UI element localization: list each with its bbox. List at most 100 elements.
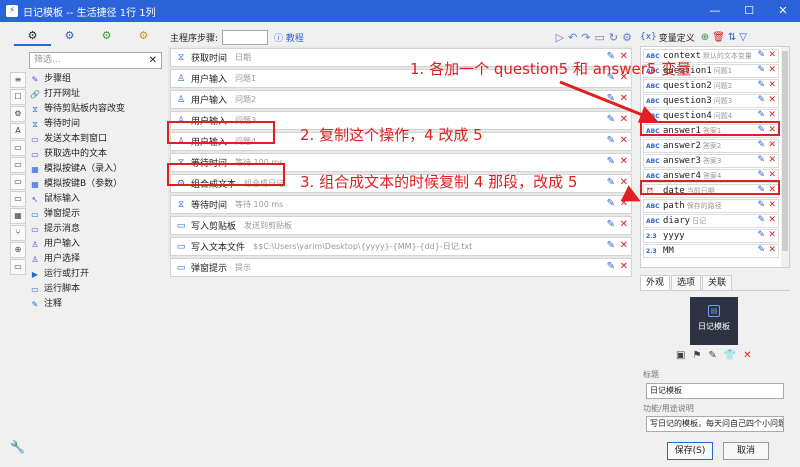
action-item[interactable]: ↖ 鼠标输入 [29, 192, 162, 207]
action-item[interactable]: 🔗 打开网址 [29, 87, 162, 102]
action-item[interactable]: ⧖ 等待剪贴板内容改变 [29, 102, 162, 117]
variable-row[interactable]: ABC question3 问题3 ✎ ✕ [643, 94, 779, 108]
edit-icon[interactable]: ✎ [607, 93, 615, 104]
delete-icon[interactable]: ✕ [768, 230, 776, 240]
undo-icon[interactable]: ↶ [568, 31, 577, 44]
image-icon[interactable]: ▣ [676, 350, 685, 361]
vtool-bookmark-icon[interactable]: ☐ [10, 89, 26, 105]
action-item[interactable]: ▭ 运行脚本 [29, 282, 162, 297]
variable-row[interactable]: ABC path 保存的路径 ✎ ✕ [643, 199, 779, 213]
delete-icon[interactable]: ✕ [620, 261, 628, 272]
template-preview[interactable]: ▤ 日记模板 [690, 297, 738, 345]
edit-icon[interactable]: ✎ [607, 261, 615, 272]
vtool-settings-icon[interactable]: ▭ [10, 259, 26, 275]
variable-scrollbar[interactable] [781, 47, 789, 267]
delete-icon[interactable]: ✕ [620, 177, 628, 188]
vtool-image-icon[interactable]: ▭ [10, 140, 26, 156]
edit-icon[interactable]: ✎ [757, 170, 765, 180]
step-row[interactable]: ⧖ 等待时间 等待 100 ms ✎ ✕ [170, 195, 632, 214]
desc-field[interactable]: 写日记的模板，每天问自己四个小问题 [646, 416, 784, 432]
edit-icon[interactable]: ✎ [757, 80, 765, 90]
variable-row[interactable]: ABC question2 问题2 ✎ ✕ [643, 79, 779, 93]
tab-options[interactable]: 选项 [671, 275, 702, 290]
variable-row[interactable]: ABC answer2 答案2 ✎ ✕ [643, 139, 779, 153]
flag-icon[interactable]: ⚑ [692, 350, 701, 361]
action-item[interactable]: ▦ 模拟按键B（参数） [29, 177, 162, 192]
edit-icon[interactable]: ✎ [757, 65, 765, 75]
add-variable-icon[interactable]: ⊕ [701, 32, 709, 43]
delete-icon[interactable]: ✕ [768, 95, 776, 105]
wrench-icon[interactable]: 🔧 [10, 440, 25, 454]
edit-icon[interactable]: ✎ [757, 155, 765, 165]
edit-icon[interactable]: ✎ [607, 135, 615, 146]
tab-gear-2[interactable]: ⚙ [51, 26, 88, 46]
action-item[interactable]: ⧖ 等待时间 [29, 117, 162, 132]
edit-icon[interactable]: ✎ [757, 110, 765, 120]
refresh-icon[interactable]: ↻ [609, 31, 618, 44]
delete-icon[interactable]: ✕ [768, 80, 776, 90]
delete-variable-icon[interactable]: 🗑 [712, 32, 725, 43]
delete-icon[interactable]: ✕ [768, 50, 776, 60]
action-item[interactable]: ♙ 用户选择 [29, 252, 162, 267]
pen-icon[interactable]: ✎ [708, 350, 716, 361]
gear-icon[interactable]: ⚙ [622, 31, 632, 44]
delete-icon[interactable]: ✕ [620, 198, 628, 209]
vtool-grid-icon[interactable]: ▦ [10, 208, 26, 224]
run-icon[interactable]: ▷ [556, 31, 564, 44]
delete-icon[interactable]: ✕ [768, 110, 776, 120]
maximize-button[interactable]: ☐ [732, 0, 766, 22]
vtool-file-icon[interactable]: ▭ [10, 191, 26, 207]
delete-icon[interactable]: ✕ [768, 140, 776, 150]
delete-icon[interactable]: ✕ [768, 200, 776, 210]
step-row[interactable]: ▭ 写入剪贴板 发送到剪贴板 ✎ ✕ [170, 216, 632, 235]
tab-relation[interactable]: 关联 [702, 275, 733, 290]
delete-icon[interactable]: ✕ [620, 240, 628, 251]
variable-row[interactable]: 2.3 yyyy ✎ ✕ [643, 229, 779, 243]
step-row[interactable]: ▭ 弹窗提示 提示 ✎ ✕ [170, 258, 632, 277]
tab-gear-1[interactable]: ⚙ [14, 26, 51, 46]
cancel-button[interactable]: 取消 [723, 442, 769, 460]
action-item[interactable]: ▶ 运行或打开 [29, 267, 162, 282]
action-item[interactable]: ▭ 发送文本到窗口 [29, 132, 162, 147]
vtool-copy-icon[interactable]: ▭ [10, 174, 26, 190]
edit-icon[interactable]: ✎ [607, 240, 615, 251]
filter-icon[interactable]: ▽ [739, 32, 747, 43]
edit-icon[interactable]: ✎ [607, 114, 615, 125]
action-item[interactable]: ▭ 提示消息 [29, 222, 162, 237]
delete-icon[interactable]: ✕ [768, 245, 776, 255]
sort-icon[interactable]: ⇅ [728, 32, 736, 43]
vtool-window-icon[interactable]: ▭ [10, 157, 26, 173]
edit-icon[interactable]: ✎ [607, 156, 615, 167]
delete-icon[interactable]: ✕ [768, 215, 776, 225]
step-row[interactable]: ♙ 用户输入 问题2 ✎ ✕ [170, 90, 632, 109]
vtool-list-icon[interactable]: ≡ [10, 72, 26, 88]
delete-icon[interactable]: ✕ [620, 156, 628, 167]
save-icon[interactable]: ▭ [595, 31, 605, 44]
vtool-globe-icon[interactable]: ⊕ [10, 242, 26, 258]
minimize-button[interactable]: — [698, 0, 732, 22]
edit-icon[interactable]: ✎ [757, 230, 765, 240]
tab-appearance[interactable]: 外观 [640, 275, 671, 290]
variable-row[interactable]: ABC diary 日记 ✎ ✕ [643, 214, 779, 228]
title-field[interactable]: 日记模板 [646, 383, 784, 399]
edit-icon[interactable]: ✎ [757, 200, 765, 210]
delete-icon[interactable]: ✕ [768, 170, 776, 180]
tutorial-link[interactable]: ⓘ 教程 [274, 31, 304, 44]
delete-icon[interactable]: ✕ [620, 135, 628, 146]
action-item[interactable]: ♙ 用户输入 [29, 237, 162, 252]
scrollbar-thumb[interactable] [782, 51, 788, 251]
vtool-branch-icon[interactable]: ⑂ [10, 225, 26, 241]
close-button[interactable]: ✕ [766, 0, 800, 22]
delete-icon[interactable]: ✕ [620, 93, 628, 104]
delete-icon[interactable]: ✕ [620, 114, 628, 125]
edit-icon[interactable]: ✎ [607, 177, 615, 188]
action-item[interactable]: ▭ 弹窗提示 [29, 207, 162, 222]
edit-icon[interactable]: ✎ [607, 198, 615, 209]
edit-icon[interactable]: ✎ [607, 219, 615, 230]
remove-icon[interactable]: ✕ [743, 350, 751, 361]
vtool-text-icon[interactable]: A [10, 123, 26, 139]
redo-icon[interactable]: ↷ [581, 31, 590, 44]
action-item[interactable]: ✎ 步骤组 [29, 72, 162, 87]
edit-icon[interactable]: ✎ [757, 95, 765, 105]
delete-icon[interactable]: ✕ [620, 219, 628, 230]
